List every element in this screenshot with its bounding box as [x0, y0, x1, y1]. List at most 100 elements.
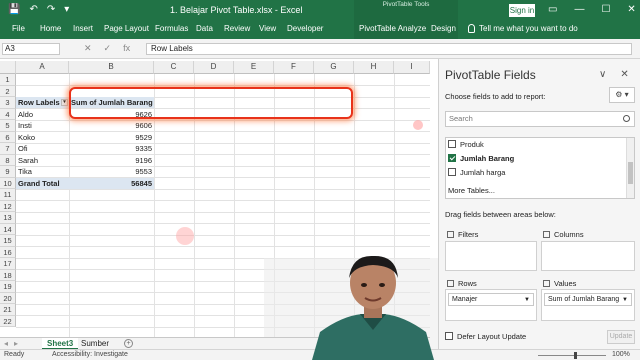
tab-developer[interactable]: Developer	[287, 24, 323, 33]
update-button[interactable]: Update	[607, 330, 635, 344]
row-header[interactable]: 4	[0, 108, 16, 120]
field-item-produk[interactable]: Produk	[448, 138, 484, 151]
field-search-input[interactable]: Search	[445, 111, 635, 127]
pane-close-icon[interactable]: ✕	[620, 69, 628, 80]
undo-icon[interactable]: ↶	[29, 4, 37, 15]
redo-icon[interactable]: ↷	[47, 4, 55, 15]
zoom-level[interactable]: 100%	[612, 351, 630, 358]
col-header-f[interactable]: F	[274, 61, 314, 74]
values-field-sum[interactable]: Sum of Jumlah Barang ▼	[544, 293, 632, 306]
tab-insert[interactable]: Insert	[73, 24, 93, 33]
tab-review[interactable]: Review	[224, 24, 250, 33]
sign-in-button[interactable]: Sign in	[509, 4, 535, 17]
row-header[interactable]: 15	[0, 235, 16, 247]
row-header[interactable]: 18	[0, 269, 16, 281]
pivot-row-labels-header[interactable]: Row Labels ▾	[16, 97, 69, 108]
col-header-a[interactable]: A	[16, 61, 69, 74]
pivot-row-name[interactable]: Insti	[16, 120, 69, 131]
row-header[interactable]: 22	[0, 315, 16, 327]
pivot-row-value[interactable]: 9606	[69, 120, 154, 131]
customize-qat-icon[interactable]: ▾	[64, 4, 69, 15]
checkbox-icon[interactable]	[448, 168, 456, 176]
col-header-g[interactable]: G	[314, 61, 354, 74]
row-header[interactable]: 2	[0, 85, 16, 97]
row-header[interactable]: 19	[0, 281, 16, 293]
row-header[interactable]: 14	[0, 223, 16, 235]
defer-layout-update[interactable]: Defer Layout Update	[445, 332, 526, 341]
tab-home[interactable]: Home	[40, 24, 61, 33]
rows-drop-zone[interactable]: Manajer ▼	[445, 289, 537, 321]
tab-formulas[interactable]: Formulas	[155, 24, 188, 33]
zoom-slider-thumb[interactable]	[574, 352, 577, 359]
filter-dropdown-icon[interactable]: ▾	[61, 99, 68, 106]
chevron-down-icon[interactable]: ▼	[524, 295, 530, 306]
tab-page-layout[interactable]: Page Layout	[104, 24, 149, 33]
scrollbar-thumb[interactable]	[628, 162, 633, 184]
field-list-scrollbar[interactable]	[626, 138, 634, 198]
col-header-e[interactable]: E	[234, 61, 274, 74]
col-header-c[interactable]: C	[154, 61, 194, 74]
field-item-jumlah-barang[interactable]: Jumlah Barang	[448, 152, 514, 165]
sheet-nav-arrows[interactable]: ◂▸	[4, 339, 24, 348]
zoom-slider[interactable]	[538, 355, 606, 356]
row-header[interactable]: 20	[0, 292, 16, 304]
more-tables-link[interactable]: More Tables...	[448, 186, 495, 195]
pivot-row-name[interactable]: Aldo	[16, 109, 69, 120]
pivot-row-name[interactable]: Sarah	[16, 155, 69, 166]
accessibility-status[interactable]: Accessibility: Investigate	[52, 351, 128, 358]
add-sheet-button[interactable]: +	[124, 339, 133, 348]
filters-drop-zone[interactable]	[445, 241, 537, 271]
row-header[interactable]: 5	[0, 120, 16, 132]
pivot-row-name[interactable]: Tika	[16, 166, 69, 177]
pivot-row-value[interactable]: 9335	[69, 143, 154, 154]
grand-total-label[interactable]: Grand Total	[16, 177, 69, 189]
grand-total-value[interactable]: 56845	[69, 177, 154, 189]
row-header[interactable]: 1	[0, 74, 16, 86]
row-header[interactable]: 9	[0, 166, 16, 178]
col-header-h[interactable]: H	[354, 61, 394, 74]
minimize-icon[interactable]: —	[574, 4, 584, 15]
maximize-icon[interactable]: ☐	[601, 4, 610, 15]
tab-data[interactable]: Data	[196, 24, 213, 33]
row-header[interactable]: 10	[0, 177, 16, 189]
ribbon-display-icon[interactable]: ▭	[548, 4, 557, 15]
pivot-row-name[interactable]: Koko	[16, 132, 69, 143]
col-header-i[interactable]: I	[394, 61, 430, 74]
chevron-down-icon[interactable]: ▼	[622, 295, 628, 306]
values-drop-zone[interactable]: Sum of Jumlah Barang ▼	[541, 289, 635, 321]
columns-drop-zone[interactable]	[541, 241, 635, 271]
enter-icon[interactable]: ✓	[104, 43, 112, 54]
field-item-jumlah-harga[interactable]: Jumlah harga	[448, 166, 505, 179]
formula-input[interactable]: Row Labels	[146, 43, 632, 55]
tab-design[interactable]: Design	[431, 24, 456, 33]
col-header-d[interactable]: D	[194, 61, 234, 74]
cancel-icon[interactable]: ✕	[84, 43, 92, 54]
pivot-row-value[interactable]: 9196	[69, 155, 154, 166]
tab-file[interactable]: File	[12, 24, 25, 33]
row-header[interactable]: 8	[0, 154, 16, 166]
col-header-b[interactable]: B	[69, 61, 154, 74]
checkbox-icon[interactable]	[445, 332, 453, 340]
row-header[interactable]: 13	[0, 212, 16, 224]
tab-view[interactable]: View	[259, 24, 276, 33]
name-box[interactable]: A3	[2, 43, 60, 55]
checkbox-icon[interactable]	[448, 140, 456, 148]
tools-gear-button[interactable]: ⚙ ▾	[609, 87, 635, 103]
tab-pivottable-analyze[interactable]: PivotTable Analyze	[359, 24, 426, 33]
pane-options-icon[interactable]: ∨	[599, 69, 606, 80]
close-icon[interactable]: ✕	[627, 4, 635, 15]
pivot-row-value[interactable]: 9529	[69, 132, 154, 143]
row-header[interactable]: 3	[0, 97, 16, 109]
insert-function-icon[interactable]: fx	[123, 43, 130, 54]
row-header[interactable]: 17	[0, 258, 16, 270]
rows-field-manajer[interactable]: Manajer ▼	[448, 293, 534, 306]
pivot-row-value[interactable]: 9553	[69, 166, 154, 177]
row-header[interactable]: 21	[0, 304, 16, 316]
row-header[interactable]: 16	[0, 246, 16, 258]
tell-me-box[interactable]: Tell me what you want to do	[468, 24, 578, 33]
row-header[interactable]: 12	[0, 200, 16, 212]
pivot-row-name[interactable]: Ofi	[16, 143, 69, 154]
row-header[interactable]: 7	[0, 143, 16, 155]
select-all-corner[interactable]	[0, 61, 16, 74]
checked-checkbox-icon[interactable]	[448, 154, 456, 162]
